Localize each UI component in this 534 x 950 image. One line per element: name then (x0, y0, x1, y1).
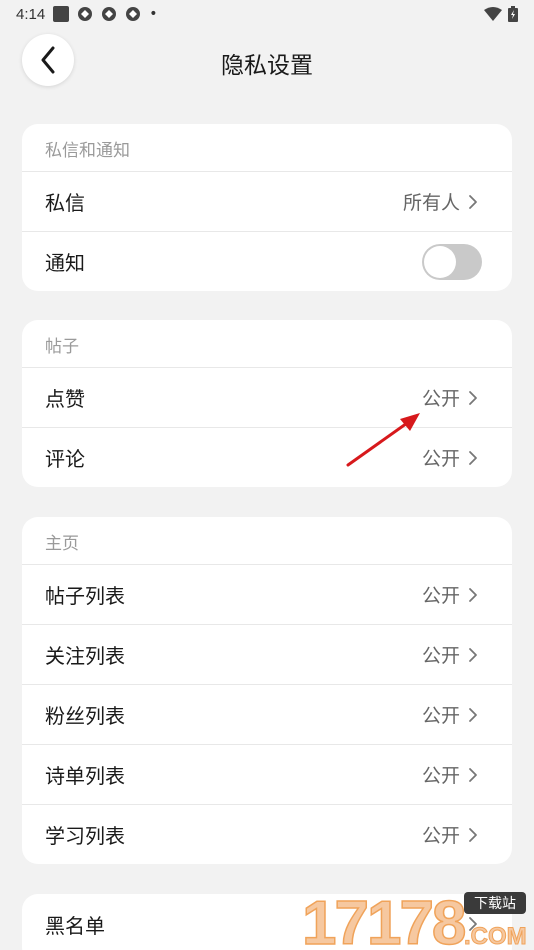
notification-square-icon (53, 6, 70, 22)
poem-list-privacy-row[interactable]: 诗单列表 公开 (22, 744, 512, 804)
battery-icon (508, 6, 518, 22)
comment-privacy-row[interactable]: 评论 公开 (22, 427, 512, 487)
section-title: 私信和通知 (45, 141, 130, 161)
chevron-right-icon (469, 827, 477, 842)
row-value: 公开 (421, 825, 460, 847)
notification-toggle[interactable] (422, 243, 482, 280)
chevron-right-icon (469, 587, 477, 602)
row-label: 通知 (45, 251, 85, 275)
top-bar: 隐私设置 (0, 30, 534, 92)
app-notification-icon (126, 7, 141, 21)
row-label: 关注列表 (45, 644, 125, 668)
chevron-right-icon (469, 707, 477, 722)
notification-row: 通知 (22, 231, 512, 291)
section-title: 主页 (45, 534, 79, 554)
messages-section: 私信和通知 私信 所有人 通知 (22, 124, 512, 291)
row-label: 黑名单 (45, 913, 105, 938)
row-value: 公开 (421, 705, 460, 727)
annotation-arrow-icon (346, 413, 420, 467)
chevron-right-icon (469, 390, 477, 405)
toggle-knob (424, 245, 456, 278)
status-bar: 4:14 • (0, 0, 534, 28)
row-label: 诗单列表 (45, 764, 125, 788)
app-notification-icon (102, 7, 117, 21)
chevron-right-icon (469, 450, 477, 465)
watermark-domain: .COM (464, 923, 527, 950)
followers-list-privacy-row[interactable]: 粉丝列表 公开 (22, 684, 512, 744)
watermark-badge: 下载站 (474, 896, 516, 912)
row-label: 帖子列表 (45, 584, 125, 608)
section-title: 帖子 (45, 337, 79, 357)
site-watermark-logo: 17178 下载站 .COM (301, 888, 527, 950)
study-list-privacy-row[interactable]: 学习列表 公开 (22, 804, 512, 864)
row-label: 粉丝列表 (45, 704, 125, 728)
chevron-right-icon (469, 194, 477, 209)
status-time: 4:14 (16, 5, 46, 23)
app-notification-icon (78, 7, 93, 21)
row-value: 公开 (421, 585, 460, 607)
home-section: 主页 帖子列表 公开 关注列表 公开 粉丝列表 公开 诗单列表 公开 学习列表 … (22, 517, 512, 864)
chevron-right-icon (469, 647, 477, 662)
row-value: 公开 (421, 645, 460, 667)
more-notifications-dot: • (149, 6, 158, 22)
wifi-icon (484, 7, 502, 21)
post-list-privacy-row[interactable]: 帖子列表 公开 (22, 564, 512, 624)
dm-privacy-row[interactable]: 私信 所有人 (22, 171, 512, 231)
following-list-privacy-row[interactable]: 关注列表 公开 (22, 624, 512, 684)
row-label: 点赞 (45, 387, 85, 411)
svg-text:17178: 17178 (302, 889, 465, 950)
posts-section: 帖子 点赞 公开 评论 公开 (22, 320, 512, 487)
row-value: 所有人 (402, 192, 460, 214)
chevron-right-icon (469, 767, 477, 782)
page-title: 隐私设置 (221, 53, 313, 79)
like-privacy-row[interactable]: 点赞 公开 (22, 367, 512, 427)
row-label: 私信 (45, 191, 85, 215)
row-label: 学习列表 (45, 824, 125, 848)
row-label: 评论 (45, 447, 85, 471)
row-value: 公开 (421, 765, 460, 787)
